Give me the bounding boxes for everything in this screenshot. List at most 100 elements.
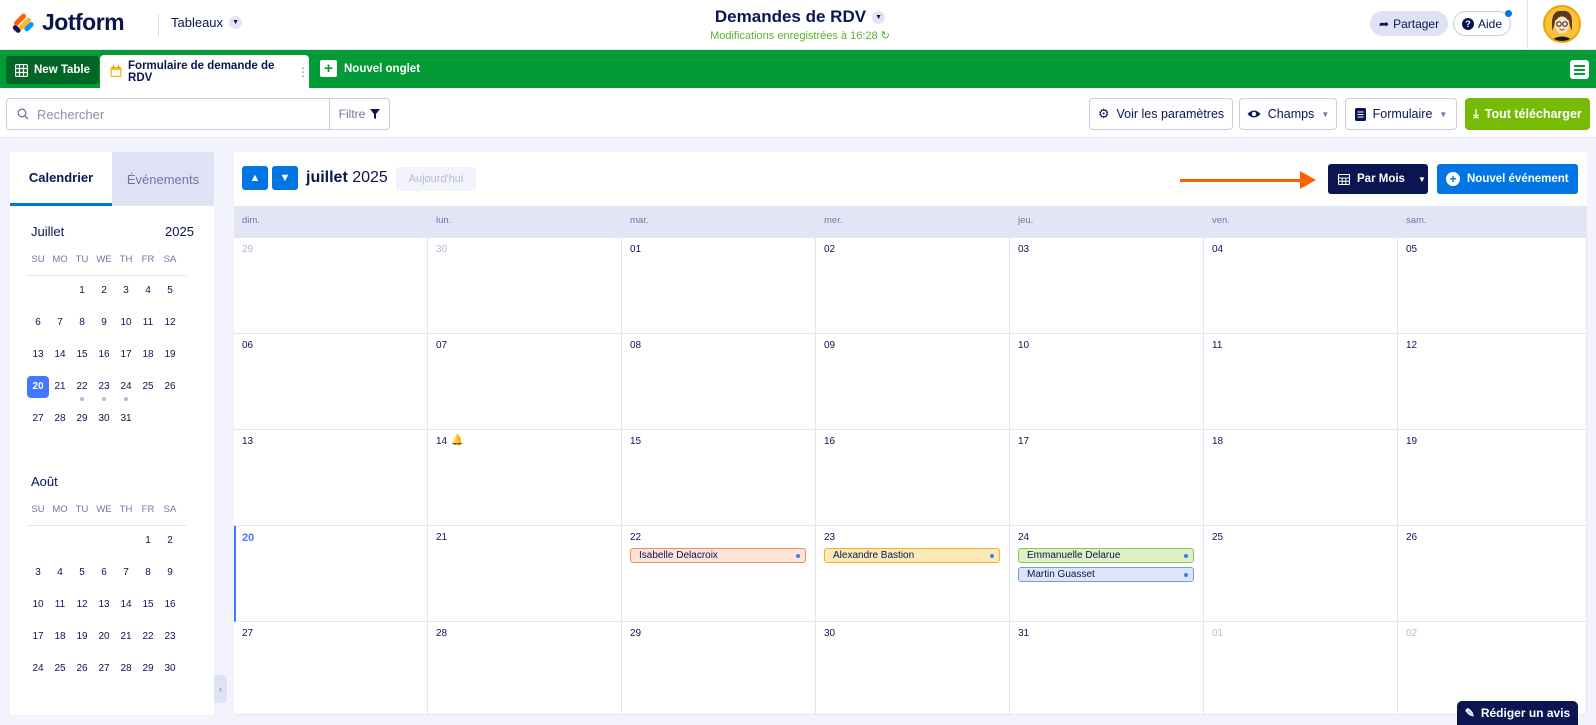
day-cell[interactable] — [234, 334, 428, 430]
mini-day[interactable]: 11 — [137, 312, 159, 334]
next-month-button[interactable]: ▼ — [272, 166, 298, 190]
day-cell[interactable] — [1398, 334, 1587, 430]
mini-day[interactable]: 25 — [49, 658, 71, 680]
day-cell[interactable] — [1204, 334, 1398, 430]
mini-day[interactable]: 18 — [137, 344, 159, 366]
day-cell[interactable] — [1398, 526, 1587, 622]
view-mode-dropdown[interactable]: Par Mois ▼ — [1328, 164, 1428, 194]
mini-day[interactable]: 2 — [159, 530, 181, 552]
day-cell[interactable] — [816, 622, 1010, 715]
mini-day[interactable]: 12 — [71, 594, 93, 616]
form-dropdown[interactable]: Formulaire ▼ — [1345, 98, 1457, 130]
mini-day[interactable]: 5 — [159, 280, 181, 302]
mini-day[interactable]: 25 — [137, 376, 159, 398]
tab-events[interactable]: Événements — [112, 152, 214, 206]
mini-day[interactable]: 4 — [137, 280, 159, 302]
day-cell[interactable] — [816, 334, 1010, 430]
mini-day[interactable]: 1 — [71, 280, 93, 302]
mini-day[interactable]: 14 — [115, 594, 137, 616]
day-cell[interactable] — [1010, 334, 1204, 430]
day-cell[interactable] — [1204, 622, 1398, 715]
day-cell[interactable] — [816, 526, 1010, 622]
mini-day[interactable]: 26 — [159, 376, 181, 398]
mini-day[interactable]: 2 — [93, 280, 115, 302]
event-chip[interactable]: Isabelle Delacroix — [630, 548, 806, 563]
mini-day[interactable]: 11 — [49, 594, 71, 616]
day-cell[interactable] — [234, 622, 428, 715]
mini-day[interactable]: 5 — [71, 562, 93, 584]
mini-day[interactable]: 16 — [159, 594, 181, 616]
new-event-button[interactable]: + Nouvel événement — [1437, 164, 1578, 194]
mini-day[interactable]: 6 — [27, 312, 49, 334]
mini-day[interactable]: 13 — [93, 594, 115, 616]
day-cell[interactable] — [1204, 238, 1398, 334]
feedback-button[interactable]: ✎ Rédiger un avis — [1457, 701, 1578, 725]
help-button[interactable]: ? Aide — [1453, 11, 1512, 36]
mini-day[interactable]: 14 — [49, 344, 71, 366]
mini-day[interactable]: 9 — [159, 562, 181, 584]
mini-day[interactable]: 24 — [115, 376, 137, 398]
mini-day[interactable]: 8 — [137, 562, 159, 584]
mini-day[interactable]: 17 — [27, 626, 49, 648]
mini-day[interactable]: 23 — [93, 376, 115, 398]
day-cell[interactable] — [428, 622, 622, 715]
day-cell[interactable] — [622, 334, 816, 430]
day-cell[interactable] — [1398, 430, 1587, 526]
mini-day[interactable]: 24 — [27, 658, 49, 680]
tab-calendar[interactable]: Calendrier — [10, 152, 112, 206]
mini-day[interactable]: 8 — [71, 312, 93, 334]
mini-day[interactable]: 20 — [27, 376, 49, 398]
mini-day[interactable]: 29 — [71, 408, 93, 430]
day-cell[interactable] — [234, 430, 428, 526]
day-cell[interactable] — [622, 238, 816, 334]
day-cell[interactable] — [234, 526, 428, 622]
mini-day[interactable]: 22 — [71, 376, 93, 398]
mini-day[interactable]: 19 — [71, 626, 93, 648]
mini-day[interactable]: 16 — [93, 344, 115, 366]
event-chip[interactable]: Emmanuelle Delarue — [1018, 548, 1194, 563]
mini-day[interactable]: 15 — [137, 594, 159, 616]
mini-day[interactable]: 13 — [27, 344, 49, 366]
day-cell[interactable] — [1010, 430, 1204, 526]
day-cell[interactable] — [428, 526, 622, 622]
hamburger-menu-icon[interactable] — [1570, 60, 1589, 79]
day-cell[interactable] — [622, 622, 816, 715]
mini-day[interactable]: 29 — [137, 658, 159, 680]
mini-day[interactable]: 31 — [115, 408, 137, 430]
mini-day[interactable]: 6 — [93, 562, 115, 584]
mini-day[interactable]: 26 — [71, 658, 93, 680]
day-cell[interactable] — [428, 238, 622, 334]
tables-dropdown[interactable]: Tableaux ▼ — [171, 15, 243, 30]
day-cell[interactable] — [1204, 430, 1398, 526]
search-input[interactable]: Rechercher — [6, 98, 330, 130]
mini-day[interactable]: 18 — [49, 626, 71, 648]
mini-day[interactable]: 22 — [137, 626, 159, 648]
mini-day[interactable]: 3 — [115, 280, 137, 302]
page-title[interactable]: Demandes de RDV ▼ — [715, 7, 886, 27]
share-button[interactable]: ➦ Partager — [1370, 11, 1449, 36]
new-table-button[interactable]: New Table — [6, 56, 100, 84]
mini-day[interactable]: 10 — [27, 594, 49, 616]
mini-day[interactable]: 30 — [93, 408, 115, 430]
mini-day[interactable]: 10 — [115, 312, 137, 334]
new-tab-button[interactable]: + Nouvel onglet — [320, 60, 420, 77]
jotform-logo[interactable]: Jotform — [12, 9, 125, 36]
mini-day[interactable]: 27 — [27, 408, 49, 430]
mini-day[interactable]: 12 — [159, 312, 181, 334]
mini-day[interactable]: 28 — [49, 408, 71, 430]
mini-day[interactable]: 27 — [93, 658, 115, 680]
day-cell[interactable] — [234, 238, 428, 334]
mini-day[interactable]: 17 — [115, 344, 137, 366]
day-cell[interactable] — [622, 526, 816, 622]
event-chip[interactable]: Martin Guasset — [1018, 567, 1194, 582]
day-cell[interactable] — [816, 430, 1010, 526]
mini-day[interactable]: 4 — [49, 562, 71, 584]
day-cell[interactable] — [1010, 238, 1204, 334]
fields-dropdown[interactable]: Champs ▼ — [1239, 98, 1337, 130]
today-button[interactable]: Aujourd'hui — [396, 167, 476, 191]
settings-button[interactable]: ⚙ Voir les paramètres — [1089, 98, 1233, 130]
mini-day[interactable]: 7 — [115, 562, 137, 584]
day-cell[interactable] — [622, 430, 816, 526]
day-cell[interactable] — [428, 334, 622, 430]
day-cell[interactable] — [1010, 622, 1204, 715]
